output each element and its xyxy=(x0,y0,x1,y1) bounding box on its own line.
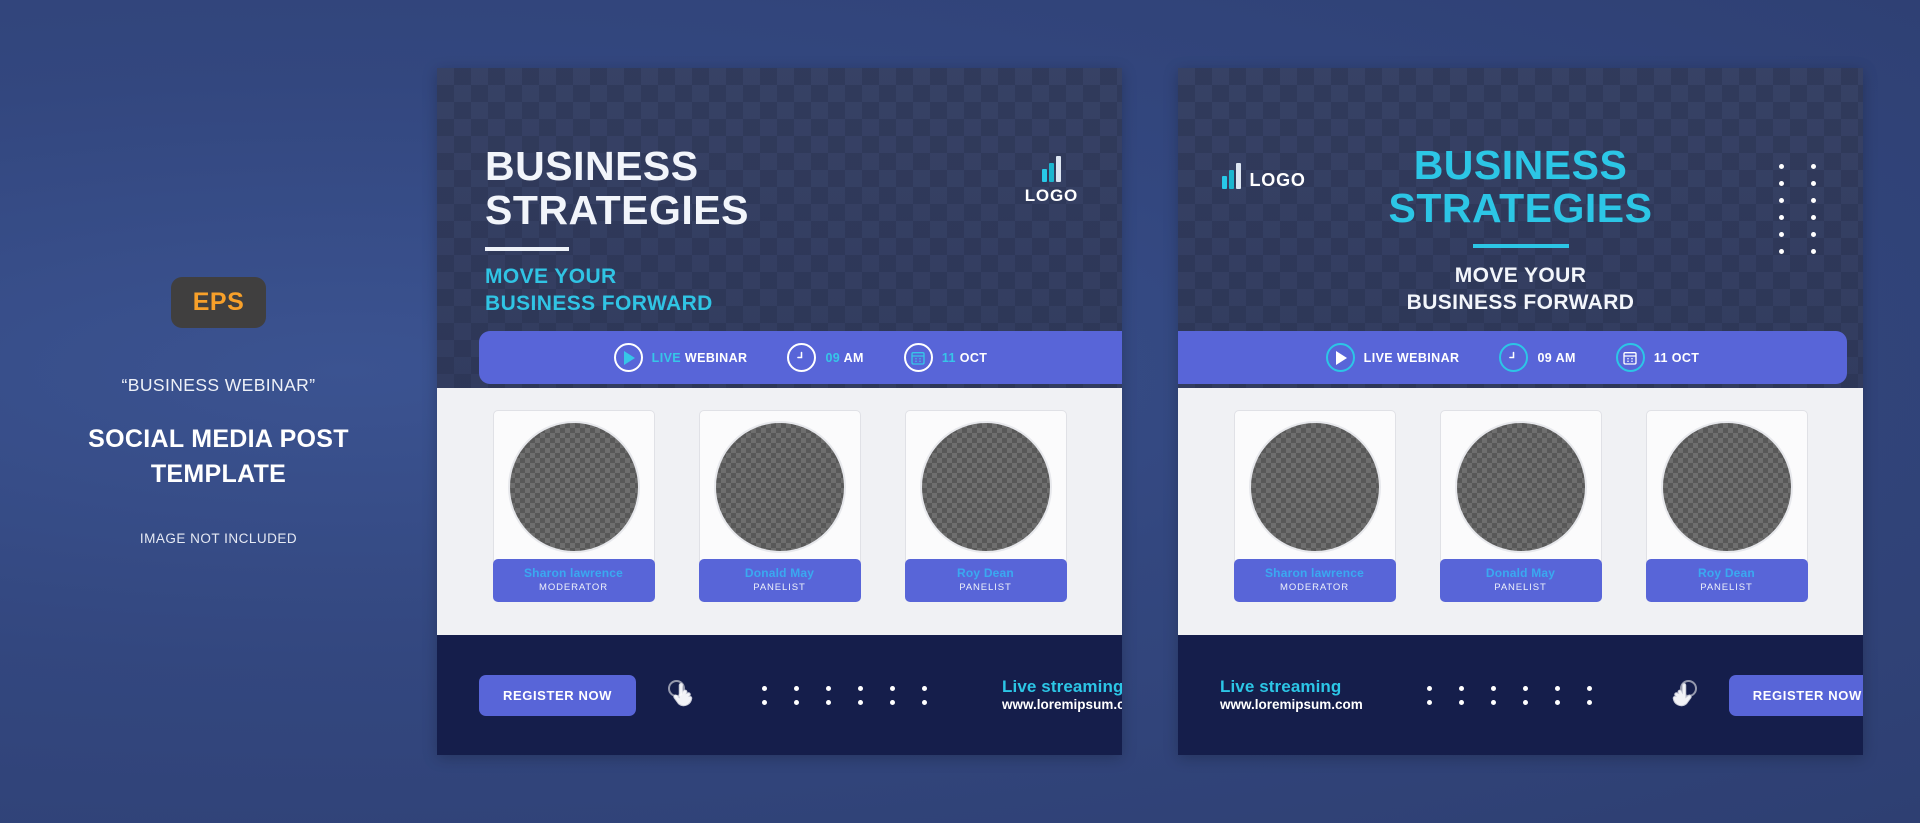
speaker-role: PANELIST xyxy=(1700,582,1753,593)
info-item-time: 09 AM xyxy=(787,343,863,372)
poster-left-subtitle-line2: BUSINESS FORWARD xyxy=(485,291,713,315)
speaker-avatar-placeholder xyxy=(1660,421,1793,553)
poster-right-logo[interactable]: LOGO xyxy=(1222,163,1306,189)
speaker-name-band: Sharon lawrence MODERATOR xyxy=(1233,558,1396,602)
poster-left-header: BUSINESS STRATEGIES MOVE YOUR BUSINESS F… xyxy=(437,68,1122,388)
live-stream-block: Live streaming www.loremipsum.com xyxy=(1220,676,1363,714)
bar-chart-logo-icon xyxy=(1042,156,1061,182)
poster-left-info-bar: LIVE WEBINAR 09 AM 11 OCT xyxy=(479,331,1122,384)
live-stream-url[interactable]: www.loremipsum.com xyxy=(1220,697,1363,714)
logo-label: LOGO xyxy=(1024,186,1078,205)
speaker-name-band: Donald May PANELIST xyxy=(1439,558,1602,602)
speaker-name: Donald May xyxy=(744,565,815,580)
logo-label: LOGO xyxy=(1249,170,1306,190)
poster-right-subtitle-line1: MOVE YOUR xyxy=(1454,264,1587,288)
info-panel: EPS “BUSINESS WEBINAR” SOCIAL MEDIA POST… xyxy=(0,0,437,823)
eps-format-badge: EPS xyxy=(170,277,267,328)
speaker-card[interactable]: Roy Dean PANELIST xyxy=(1645,410,1808,602)
poster-left-title-line1: BUSINESS xyxy=(485,143,699,189)
footer-dot-grid xyxy=(762,685,938,705)
speaker-role: PANELIST xyxy=(959,582,1012,593)
speaker-name-band: Roy Dean PANELIST xyxy=(1645,558,1808,602)
calendar-icon xyxy=(903,343,933,372)
info-item-webinar: LIVE WEBINAR xyxy=(1325,343,1460,372)
live-stream-url[interactable]: www.loremipsum.com xyxy=(1002,697,1122,714)
speaker-name: Sharon lawrence xyxy=(523,565,624,580)
info-item-date: 11 OCT xyxy=(1615,343,1700,372)
speaker-name: Roy Dean xyxy=(957,565,1014,580)
poster-right-title-line2: STRATEGIES xyxy=(1388,185,1653,232)
speaker-role: MODERATOR xyxy=(539,582,608,593)
speaker-avatar-placeholder xyxy=(1248,421,1381,553)
title-rule-divider xyxy=(1472,244,1569,249)
poster-right-speakers: Sharon lawrence MODERATOR Donald May PAN… xyxy=(1178,388,1863,635)
poster-right-info-bar: LIVE WEBINAR 09 AM 11 OCT xyxy=(1178,331,1847,384)
live-stream-block: Live streaming www.loremipsum.com xyxy=(1002,676,1122,714)
clock-icon xyxy=(1499,343,1529,372)
live-stream-title: Live streaming xyxy=(1220,676,1342,696)
speaker-role: PANELIST xyxy=(753,582,806,593)
speaker-name: Sharon lawrence xyxy=(1264,565,1365,580)
speaker-avatar-placeholder xyxy=(713,421,846,553)
poster-left-heading: BUSINESS STRATEGIES MOVE YOUR BUSINESS F… xyxy=(485,143,749,318)
calendar-icon xyxy=(1615,343,1645,372)
speaker-card[interactable]: Sharon lawrence MODERATOR xyxy=(1233,410,1396,602)
play-icon xyxy=(1325,343,1355,372)
poster-left-subtitle-line1: MOVE YOUR xyxy=(485,265,617,289)
speaker-name-band: Donald May PANELIST xyxy=(698,558,861,602)
panel-title-line2: TEMPLATE xyxy=(150,459,287,488)
speaker-name-band: Sharon lawrence MODERATOR xyxy=(492,558,655,602)
poster-left-footer: REGISTER NOW Live streaming www.loremips… xyxy=(437,635,1122,755)
panel-quote: “BUSINESS WEBINAR” xyxy=(121,375,316,395)
speaker-avatar-placeholder xyxy=(507,421,640,553)
speaker-role: MODERATOR xyxy=(1280,582,1349,593)
live-stream-title: Live streaming xyxy=(1002,676,1122,696)
speaker-name: Donald May xyxy=(1485,565,1556,580)
speaker-avatar-placeholder xyxy=(919,421,1052,553)
poster-right-subtitle-line2: BUSINESS FORWARD xyxy=(1406,291,1635,315)
speaker-card[interactable]: Donald May PANELIST xyxy=(698,410,861,602)
poster-left-logo[interactable]: LOGO xyxy=(1025,156,1078,204)
panel-title-line1: SOCIAL MEDIA POST xyxy=(88,425,349,453)
speaker-role: PANELIST xyxy=(1494,582,1547,593)
poster-left[interactable]: BUSINESS STRATEGIES MOVE YOUR BUSINESS F… xyxy=(437,68,1122,755)
info-item-date-label: 11 OCT xyxy=(1653,350,1700,365)
speaker-card[interactable]: Roy Dean PANELIST xyxy=(904,410,1067,602)
info-item-date-label: 11 OCT xyxy=(941,350,988,365)
speaker-card[interactable]: Sharon lawrence MODERATOR xyxy=(492,410,655,602)
speaker-name: Roy Dean xyxy=(1698,565,1755,580)
footer-dot-grid xyxy=(1426,685,1603,705)
clock-icon xyxy=(787,343,817,372)
poster-right[interactable]: BUSINESS STRATEGIES MOVE YOUR BUSINESS F… xyxy=(1178,68,1863,755)
info-item-webinar-label: LIVE WEBINAR xyxy=(651,350,748,365)
header-dot-grid xyxy=(1779,164,1827,254)
hand-cursor-icon xyxy=(668,680,698,710)
info-item-time-label: 09 AM xyxy=(825,350,864,365)
info-item-date: 11 OCT xyxy=(903,343,988,372)
poster-preview-canvas: EPS “BUSINESS WEBINAR” SOCIAL MEDIA POST… xyxy=(0,0,1920,823)
poster-right-header: BUSINESS STRATEGIES MOVE YOUR BUSINESS F… xyxy=(1178,68,1863,388)
info-item-webinar: LIVE WEBINAR xyxy=(613,343,748,372)
panel-title: SOCIAL MEDIA POST TEMPLATE xyxy=(88,422,349,491)
info-item-time: 09 AM xyxy=(1499,343,1575,372)
speaker-card[interactable]: Donald May PANELIST xyxy=(1439,410,1602,602)
title-rule-divider xyxy=(485,247,569,252)
poster-left-speakers: Sharon lawrence MODERATOR Donald May PAN… xyxy=(437,388,1122,635)
play-icon xyxy=(613,343,643,372)
poster-right-footer: Live streaming www.loremipsum.com REGIST… xyxy=(1178,635,1863,755)
info-item-time-label: 09 AM xyxy=(1537,350,1576,365)
register-now-button[interactable]: REGISTER NOW xyxy=(1728,674,1863,716)
bar-chart-logo-icon xyxy=(1222,163,1241,189)
hand-cursor-icon xyxy=(1667,680,1697,710)
speaker-name-band: Roy Dean PANELIST xyxy=(904,558,1067,602)
speaker-avatar-placeholder xyxy=(1454,421,1587,553)
poster-left-title-line2: STRATEGIES xyxy=(485,186,749,233)
panel-note: IMAGE NOT INCLUDED xyxy=(139,531,298,546)
register-now-button[interactable]: REGISTER NOW xyxy=(479,674,637,716)
info-item-webinar-label: LIVE WEBINAR xyxy=(1363,350,1460,365)
